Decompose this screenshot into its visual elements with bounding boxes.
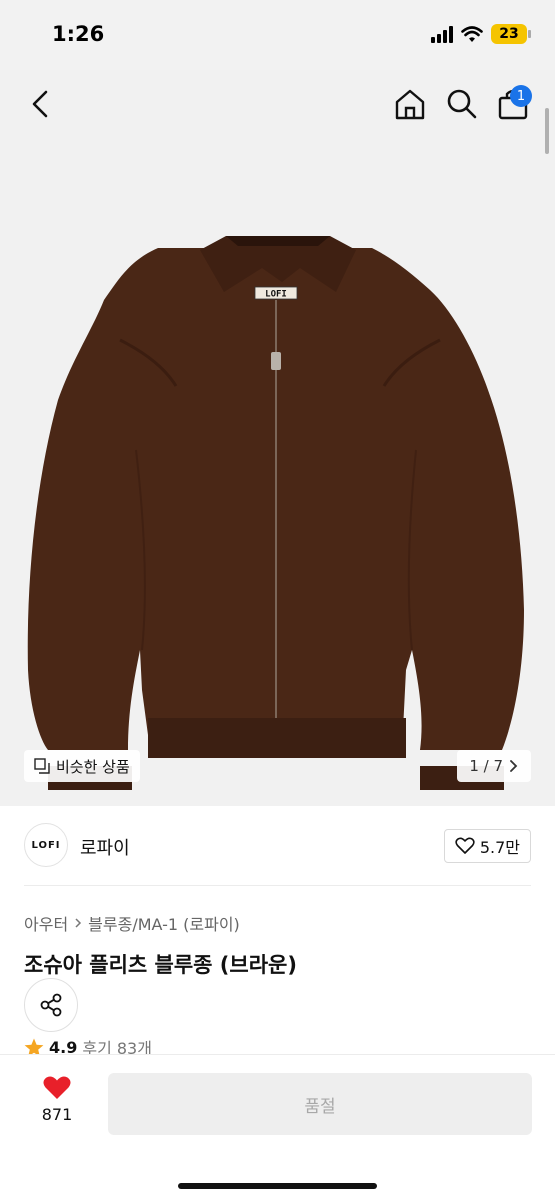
copy-icon bbox=[34, 758, 50, 774]
similar-products-label: 비슷한 상품 bbox=[56, 757, 130, 776]
heart-filled-icon bbox=[43, 1076, 71, 1099]
brand-like-button[interactable]: 5.7만 bbox=[443, 829, 531, 863]
product-title: 조슈아 플리츠 블루종 (브라운) bbox=[24, 953, 297, 977]
status-icons: 23 bbox=[431, 24, 531, 44]
wifi-icon bbox=[461, 25, 483, 42]
chevron-right-icon bbox=[75, 918, 82, 928]
similar-products-button[interactable]: 비슷한 상품 bbox=[24, 750, 140, 782]
product-image: LOFI bbox=[27, 236, 524, 790]
share-button[interactable] bbox=[24, 978, 78, 1032]
chevron-right-icon bbox=[510, 760, 518, 772]
brand-name[interactable]: 로파이 bbox=[80, 834, 130, 860]
wishlist-button[interactable]: 871 bbox=[30, 1075, 84, 1124]
heart-outline-icon bbox=[455, 837, 475, 854]
cart-badge: 1 bbox=[510, 85, 532, 107]
breadcrumb-category[interactable]: 아우터 bbox=[24, 911, 68, 935]
search-icon[interactable] bbox=[444, 86, 480, 122]
status-bar: 1:26 23 bbox=[0, 0, 555, 70]
wishlist-count: 871 bbox=[41, 1105, 73, 1124]
status-time: 1:26 bbox=[52, 22, 105, 46]
divider bbox=[24, 885, 531, 886]
signal-icon bbox=[431, 25, 453, 43]
jacket-label-text: LOFI bbox=[265, 290, 287, 300]
breadcrumb-subcategory[interactable]: 블루종/MA-1 (로파이) bbox=[88, 911, 240, 935]
bottom-action-bar: 871 품절 bbox=[0, 1054, 555, 1200]
home-indicator bbox=[178, 1183, 377, 1189]
brand-logo[interactable]: LOFI bbox=[24, 823, 68, 867]
sold-out-button[interactable]: 품절 bbox=[108, 1073, 532, 1135]
breadcrumb: 아우터 블루종/MA-1 (로파이) bbox=[24, 911, 240, 935]
page-indicator-text: 1 / 7 bbox=[469, 757, 503, 775]
home-icon[interactable] bbox=[392, 86, 428, 122]
scroll-indicator[interactable] bbox=[545, 108, 549, 154]
battery-indicator: 23 bbox=[491, 24, 531, 44]
brand-like-count: 5.7만 bbox=[479, 838, 520, 857]
image-page-indicator[interactable]: 1 / 7 bbox=[457, 750, 531, 782]
brand-row: LOFI 로파이 5.7만 bbox=[0, 806, 555, 886]
product-image-gallery[interactable]: LOFI bbox=[0, 70, 555, 806]
back-icon[interactable] bbox=[26, 86, 56, 122]
share-icon bbox=[40, 993, 62, 1017]
